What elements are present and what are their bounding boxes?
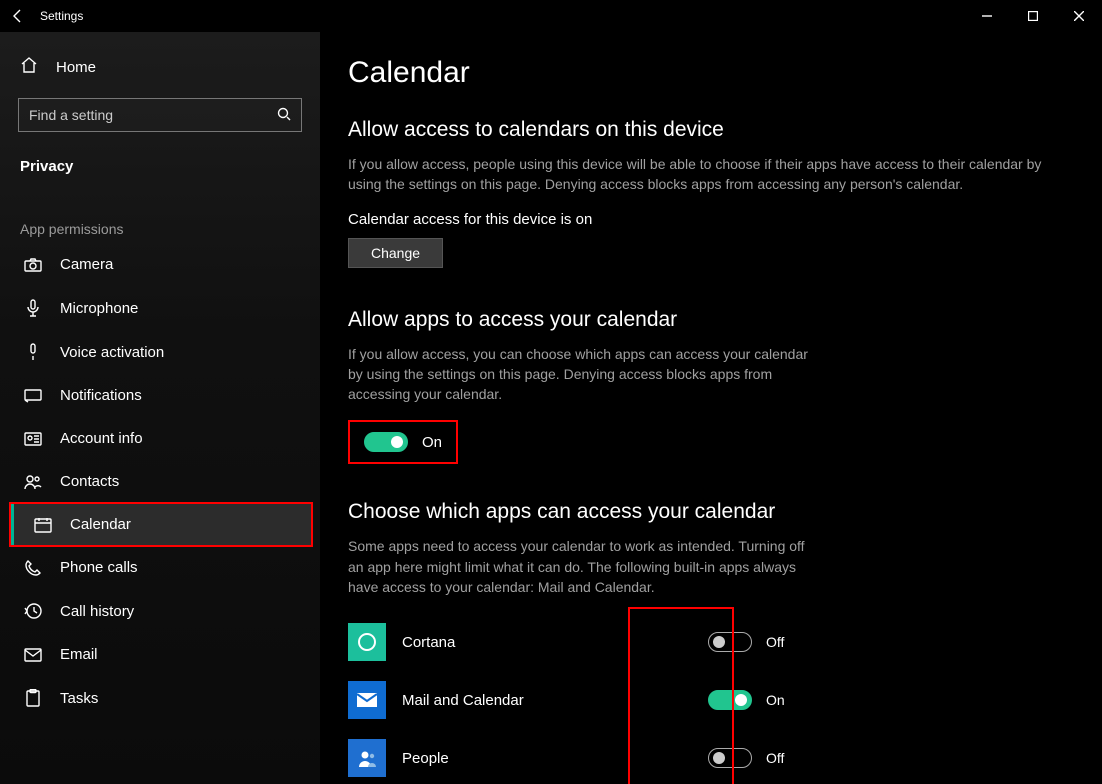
sidebar-item-microphone[interactable]: Microphone <box>0 286 320 330</box>
sidebar-category: Privacy <box>0 132 320 181</box>
sidebar-item-label: Notifications <box>60 387 142 404</box>
sidebar-item-camera[interactable]: Camera <box>0 243 320 286</box>
allow-apps-toggle-state: On <box>422 434 442 451</box>
section2-desc: If you allow access, you can choose whic… <box>348 344 808 405</box>
app-toggle-mail-calendar[interactable] <box>708 690 752 710</box>
back-icon[interactable] <box>10 8 26 24</box>
app-name: Mail and Calendar <box>402 692 524 709</box>
sidebar-item-tasks[interactable]: Tasks <box>0 676 320 720</box>
search-field[interactable] <box>29 107 277 123</box>
search-input[interactable] <box>18 98 302 132</box>
section3-heading: Choose which apps can access your calend… <box>348 500 1074 524</box>
sidebar-item-account-info[interactable]: Account info <box>0 417 320 460</box>
app-toggle-people[interactable] <box>708 748 752 768</box>
section3-desc: Some apps need to access your calendar t… <box>348 536 808 597</box>
main-content: Calendar Allow access to calendars on th… <box>320 32 1102 784</box>
tasks-icon <box>24 689 42 707</box>
app-row-mail-calendar: Mail and Calendar On <box>348 671 828 729</box>
sidebar-item-calendar[interactable]: Calendar <box>10 503 312 546</box>
section2-heading: Allow apps to access your calendar <box>348 308 1074 332</box>
app-toggle-state: Off <box>766 634 784 650</box>
history-icon <box>24 602 42 620</box>
app-toggle-state: Off <box>766 750 784 766</box>
app-toggle-cortana[interactable] <box>708 632 752 652</box>
sidebar-item-label: Camera <box>60 256 113 273</box>
close-button[interactable] <box>1056 0 1102 32</box>
home-icon <box>20 56 38 78</box>
microphone-icon <box>24 299 42 317</box>
app-permissions-list: Cortana Off Mail and Calendar O <box>348 613 828 784</box>
mail-calendar-icon <box>348 681 386 719</box>
titlebar: Settings <box>0 0 1102 32</box>
cortana-icon <box>348 623 386 661</box>
sidebar-item-email[interactable]: Email <box>0 633 320 676</box>
section1-heading: Allow access to calendars on this device <box>348 118 1074 142</box>
sidebar-item-label: Microphone <box>60 300 138 317</box>
sidebar-item-phone-calls[interactable]: Phone calls <box>0 546 320 589</box>
sidebar-item-label: Tasks <box>60 690 98 707</box>
sidebar-item-label: Contacts <box>60 473 119 490</box>
sidebar-item-label: Phone calls <box>60 559 138 576</box>
email-icon <box>24 648 42 662</box>
voice-icon <box>24 343 42 361</box>
sidebar-group-label: App permissions <box>0 181 320 243</box>
contacts-icon <box>24 474 42 490</box>
allow-apps-toggle[interactable] <box>364 432 408 452</box>
sidebar-item-label: Voice activation <box>60 344 164 361</box>
sidebar-item-call-history[interactable]: Call history <box>0 589 320 633</box>
sidebar-item-contacts[interactable]: Contacts <box>0 460 320 503</box>
sidebar: Home Privacy App permissions Camera Micr… <box>0 32 320 784</box>
sidebar-item-notifications[interactable]: Notifications <box>0 374 320 417</box>
calendar-icon <box>34 517 52 533</box>
notifications-icon <box>24 389 42 403</box>
sidebar-home-label: Home <box>56 59 96 76</box>
app-toggle-state: On <box>766 692 785 708</box>
sidebar-item-label: Calendar <box>70 516 131 533</box>
device-access-status: Calendar access for this device is on <box>348 211 1074 228</box>
app-name: Cortana <box>402 634 455 651</box>
window-title: Settings <box>40 9 83 23</box>
page-title: Calendar <box>348 56 1074 90</box>
sidebar-item-label: Account info <box>60 430 143 447</box>
people-icon <box>348 739 386 777</box>
camera-icon <box>24 258 42 272</box>
highlight-box: On <box>348 420 458 464</box>
app-row-people: People Off <box>348 729 828 784</box>
app-name: People <box>402 750 449 767</box>
app-row-cortana: Cortana Off <box>348 613 828 671</box>
search-icon <box>277 107 291 124</box>
change-button[interactable]: Change <box>348 238 443 268</box>
sidebar-item-voice-activation[interactable]: Voice activation <box>0 330 320 374</box>
section1-desc: If you allow access, people using this d… <box>348 154 1074 195</box>
maximize-button[interactable] <box>1010 0 1056 32</box>
sidebar-item-label: Call history <box>60 603 134 620</box>
account-icon <box>24 432 42 446</box>
sidebar-home[interactable]: Home <box>0 46 320 88</box>
phone-icon <box>24 560 42 576</box>
sidebar-item-label: Email <box>60 646 98 663</box>
minimize-button[interactable] <box>964 0 1010 32</box>
